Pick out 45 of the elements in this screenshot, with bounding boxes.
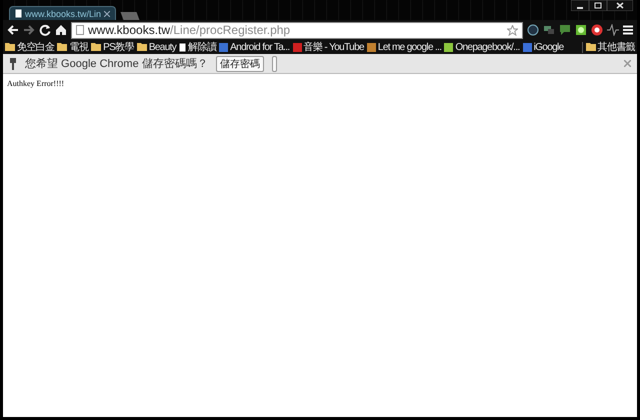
folder-icon	[91, 43, 102, 51]
bookmark[interactable]: Android for Ta...	[219, 42, 290, 52]
bookmark[interactable]: 電視	[57, 40, 88, 54]
pulse-icon[interactable]	[607, 24, 619, 36]
folder-icon	[136, 43, 147, 51]
site-icon	[444, 42, 454, 52]
other-bookmarks[interactable]: 其他書籤	[586, 40, 635, 54]
menu-icon[interactable]	[623, 25, 633, 35]
reload-icon[interactable]	[39, 24, 51, 36]
back-icon[interactable]	[7, 24, 19, 36]
bookmark[interactable]: 音樂 - YouTube	[292, 40, 364, 54]
url-text: www.kbooks.tw/Line/procRegister.php	[88, 23, 290, 37]
forward-icon[interactable]	[23, 24, 35, 36]
browser-tab[interactable]: www.kbooks.tw/Lin	[9, 6, 116, 20]
key-icon	[9, 58, 17, 70]
page-icon	[179, 42, 186, 52]
never-button[interactable]	[272, 56, 277, 72]
record-icon[interactable]	[591, 24, 603, 36]
infobar-message: 您希望 Google Chrome 儲存密碼嗎？	[25, 56, 208, 71]
folder-icon	[586, 43, 596, 51]
bookmark[interactable]: PS教學	[91, 40, 134, 54]
save-password-button[interactable]: 儲存密碼	[216, 56, 264, 72]
bookmark[interactable]: iGoogle	[522, 42, 564, 52]
folder-icon	[5, 43, 15, 51]
bookmark[interactable]: Let me google ...	[366, 42, 442, 52]
site-icon	[366, 42, 376, 52]
speech-bubble-icon[interactable]	[559, 24, 571, 36]
bookmark[interactable]: 解除讀	[179, 40, 216, 54]
address-bar[interactable]: www.kbooks.tw/Line/procRegister.php	[71, 22, 523, 38]
new-tab-button[interactable]	[120, 12, 140, 20]
bookmark[interactable]: Onepagebook/...	[444, 42, 520, 52]
bookmark[interactable]: Beauty	[136, 42, 176, 52]
home-icon[interactable]	[55, 24, 67, 36]
site-icon	[292, 42, 302, 52]
error-text: Authkey Error!!!!	[7, 79, 66, 88]
close-icon[interactable]	[607, 0, 633, 11]
page-icon	[76, 25, 84, 35]
bookmark[interactable]: 免空白金	[5, 40, 54, 54]
site-icon	[219, 42, 228, 52]
star-icon[interactable]	[507, 24, 518, 36]
site-icon	[522, 42, 532, 52]
page-icon	[15, 9, 22, 18]
maximize-icon[interactable]	[589, 0, 607, 11]
minimize-icon[interactable]	[571, 0, 589, 11]
folder-icon	[57, 43, 68, 51]
